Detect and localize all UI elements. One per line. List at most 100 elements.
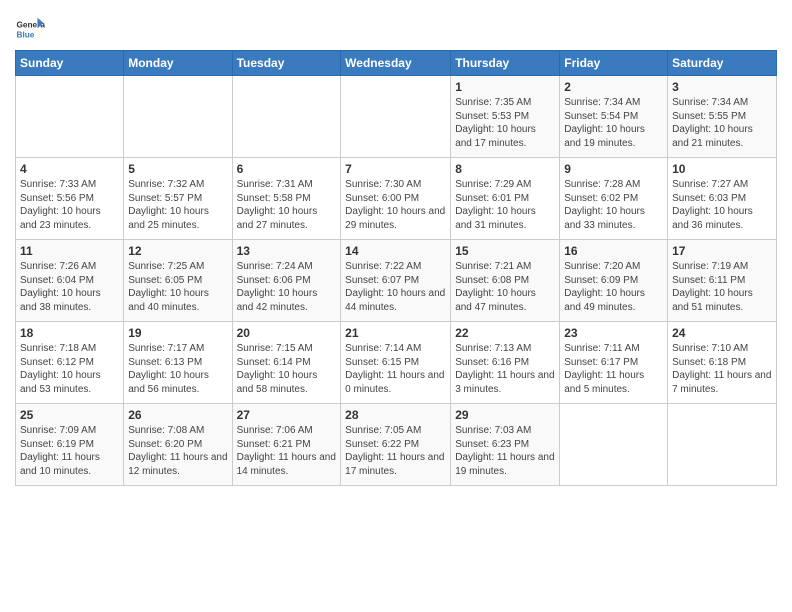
day-info: Sunrise: 7:14 AM Sunset: 6:15 PM Dayligh…	[345, 342, 446, 396]
weekday-header-thursday: Thursday	[451, 51, 560, 76]
calendar-cell: 28Sunrise: 7:05 AM Sunset: 6:22 PM Dayli…	[341, 404, 451, 486]
day-number: 14	[345, 244, 446, 258]
day-info: Sunrise: 7:21 AM Sunset: 6:08 PM Dayligh…	[455, 260, 555, 314]
calendar-cell: 27Sunrise: 7:06 AM Sunset: 6:21 PM Dayli…	[232, 404, 341, 486]
day-info: Sunrise: 7:13 AM Sunset: 6:16 PM Dayligh…	[455, 342, 555, 396]
calendar-cell: 11 Sunrise: 7:26 AM Sunset: 6:04 PM Dayli…	[16, 240, 124, 322]
calendar-cell: 8Sunrise: 7:29 AM Sunset: 6:01 PM Daylig…	[451, 158, 560, 240]
day-number: 29	[455, 408, 555, 422]
calendar-cell: 23 Sunrise: 7:11 AM Sunset: 6:17 PM Dayli…	[560, 322, 668, 404]
calendar-cell: 14 Sunrise: 7:22 AM Sunset: 6:07 PM Dayli…	[341, 240, 451, 322]
day-number: 28	[345, 408, 446, 422]
weekday-header-sunday: Sunday	[16, 51, 124, 76]
calendar-cell: 20Sunrise: 7:15 AM Sunset: 6:14 PM Dayli…	[232, 322, 341, 404]
day-info: Sunrise: 7:32 AM Sunset: 5:57 PM Dayligh…	[128, 178, 227, 232]
day-info: Sunrise: 7:33 AM Sunset: 5:56 PM Dayligh…	[20, 178, 119, 232]
day-number: 5	[128, 162, 227, 176]
calendar-cell	[341, 76, 451, 158]
calendar-cell: 19 Sunrise: 7:17 AM Sunset: 6:13 PM Dayli…	[124, 322, 232, 404]
day-info: Sunrise: 7:34 AM Sunset: 5:54 PM Dayligh…	[564, 96, 663, 150]
day-info: Sunrise: 7:11 AM Sunset: 6:17 PM Dayligh…	[564, 342, 663, 396]
day-number: 17	[672, 244, 772, 258]
day-number: 3	[672, 80, 772, 94]
day-info: Sunrise: 7:06 AM Sunset: 6:21 PM Dayligh…	[237, 424, 337, 478]
day-number: 26	[128, 408, 227, 422]
day-number: 2	[564, 80, 663, 94]
logo: General Blue	[15, 14, 49, 44]
day-number: 1	[455, 80, 555, 94]
day-info: Sunrise: 7:26 AM Sunset: 6:04 PM Dayligh…	[20, 260, 119, 314]
calendar-cell: 13 Sunrise: 7:24 AM Sunset: 6:06 PM Dayli…	[232, 240, 341, 322]
day-info: Sunrise: 7:24 AM Sunset: 6:06 PM Dayligh…	[237, 260, 337, 314]
day-info: Sunrise: 7:25 AM Sunset: 6:05 PM Dayligh…	[128, 260, 227, 314]
calendar-cell: 7 Sunrise: 7:30 AM Sunset: 6:00 PM Daylig…	[341, 158, 451, 240]
day-number: 24	[672, 326, 772, 340]
day-info: Sunrise: 7:03 AM Sunset: 6:23 PM Dayligh…	[455, 424, 555, 478]
day-info: Sunrise: 7:09 AM Sunset: 6:19 PM Dayligh…	[20, 424, 119, 478]
day-number: 16	[564, 244, 663, 258]
calendar-cell: 1 Sunrise: 7:35 AM Sunset: 5:53 PM Daylig…	[451, 76, 560, 158]
calendar-cell: 6 Sunrise: 7:31 AM Sunset: 5:58 PM Daylig…	[232, 158, 341, 240]
day-number: 23	[564, 326, 663, 340]
calendar-cell: 29 Sunrise: 7:03 AM Sunset: 6:23 PM Dayli…	[451, 404, 560, 486]
calendar-body: 1 Sunrise: 7:35 AM Sunset: 5:53 PM Daylig…	[16, 76, 777, 486]
calendar-cell: 5 Sunrise: 7:32 AM Sunset: 5:57 PM Daylig…	[124, 158, 232, 240]
header: General Blue	[15, 10, 777, 44]
calendar-cell: 17 Sunrise: 7:19 AM Sunset: 6:11 PM Dayli…	[668, 240, 777, 322]
day-number: 11	[20, 244, 119, 258]
calendar-cell: 24 Sunrise: 7:10 AM Sunset: 6:18 PM Dayli…	[668, 322, 777, 404]
day-info: Sunrise: 7:10 AM Sunset: 6:18 PM Dayligh…	[672, 342, 772, 396]
day-number: 22	[455, 326, 555, 340]
week-row-4: 25 Sunrise: 7:09 AM Sunset: 6:19 PM Dayli…	[16, 404, 777, 486]
calendar-cell: 22 Sunrise: 7:13 AM Sunset: 6:16 PM Dayli…	[451, 322, 560, 404]
day-number: 13	[237, 244, 337, 258]
day-info: Sunrise: 7:17 AM Sunset: 6:13 PM Dayligh…	[128, 342, 227, 396]
weekday-header-wednesday: Wednesday	[341, 51, 451, 76]
weekday-header-friday: Friday	[560, 51, 668, 76]
weekday-header-tuesday: Tuesday	[232, 51, 341, 76]
weekday-header-monday: Monday	[124, 51, 232, 76]
day-number: 15	[455, 244, 555, 258]
calendar-cell: 16 Sunrise: 7:20 AM Sunset: 6:09 PM Dayli…	[560, 240, 668, 322]
day-number: 10	[672, 162, 772, 176]
calendar-cell: 21 Sunrise: 7:14 AM Sunset: 6:15 PM Dayli…	[341, 322, 451, 404]
calendar-cell: 4 Sunrise: 7:33 AM Sunset: 5:56 PM Daylig…	[16, 158, 124, 240]
day-info: Sunrise: 7:29 AM Sunset: 6:01 PM Dayligh…	[455, 178, 555, 232]
day-number: 6	[237, 162, 337, 176]
day-info: Sunrise: 7:20 AM Sunset: 6:09 PM Dayligh…	[564, 260, 663, 314]
day-info: Sunrise: 7:18 AM Sunset: 6:12 PM Dayligh…	[20, 342, 119, 396]
calendar-cell	[16, 76, 124, 158]
calendar-cell	[668, 404, 777, 486]
calendar-cell: 2 Sunrise: 7:34 AM Sunset: 5:54 PM Daylig…	[560, 76, 668, 158]
day-number: 12	[128, 244, 227, 258]
calendar-cell	[232, 76, 341, 158]
day-number: 19	[128, 326, 227, 340]
svg-text:Blue: Blue	[17, 30, 35, 39]
calendar-cell: 25 Sunrise: 7:09 AM Sunset: 6:19 PM Dayli…	[16, 404, 124, 486]
day-number: 25	[20, 408, 119, 422]
calendar-cell: 18 Sunrise: 7:18 AM Sunset: 6:12 PM Dayli…	[16, 322, 124, 404]
logo-icon: General Blue	[15, 14, 45, 44]
day-info: Sunrise: 7:08 AM Sunset: 6:20 PM Dayligh…	[128, 424, 227, 478]
page-container: General Blue SundayMondayTuesdayWednesda…	[0, 0, 792, 496]
day-number: 4	[20, 162, 119, 176]
day-number: 9	[564, 162, 663, 176]
week-row-2: 11 Sunrise: 7:26 AM Sunset: 6:04 PM Dayli…	[16, 240, 777, 322]
week-row-0: 1 Sunrise: 7:35 AM Sunset: 5:53 PM Daylig…	[16, 76, 777, 158]
day-number: 20	[237, 326, 337, 340]
day-number: 7	[345, 162, 446, 176]
calendar-cell	[560, 404, 668, 486]
day-number: 18	[20, 326, 119, 340]
day-info: Sunrise: 7:30 AM Sunset: 6:00 PM Dayligh…	[345, 178, 446, 232]
day-info: Sunrise: 7:31 AM Sunset: 5:58 PM Dayligh…	[237, 178, 337, 232]
calendar-cell: 26 Sunrise: 7:08 AM Sunset: 6:20 PM Dayli…	[124, 404, 232, 486]
calendar-cell: 3Sunrise: 7:34 AM Sunset: 5:55 PM Daylig…	[668, 76, 777, 158]
day-info: Sunrise: 7:22 AM Sunset: 6:07 PM Dayligh…	[345, 260, 446, 314]
calendar-table: SundayMondayTuesdayWednesdayThursdayFrid…	[15, 50, 777, 486]
weekday-header-row: SundayMondayTuesdayWednesdayThursdayFrid…	[16, 51, 777, 76]
day-number: 21	[345, 326, 446, 340]
weekday-header-saturday: Saturday	[668, 51, 777, 76]
calendar-cell: 10Sunrise: 7:27 AM Sunset: 6:03 PM Dayli…	[668, 158, 777, 240]
day-info: Sunrise: 7:35 AM Sunset: 5:53 PM Dayligh…	[455, 96, 555, 150]
day-info: Sunrise: 7:19 AM Sunset: 6:11 PM Dayligh…	[672, 260, 772, 314]
